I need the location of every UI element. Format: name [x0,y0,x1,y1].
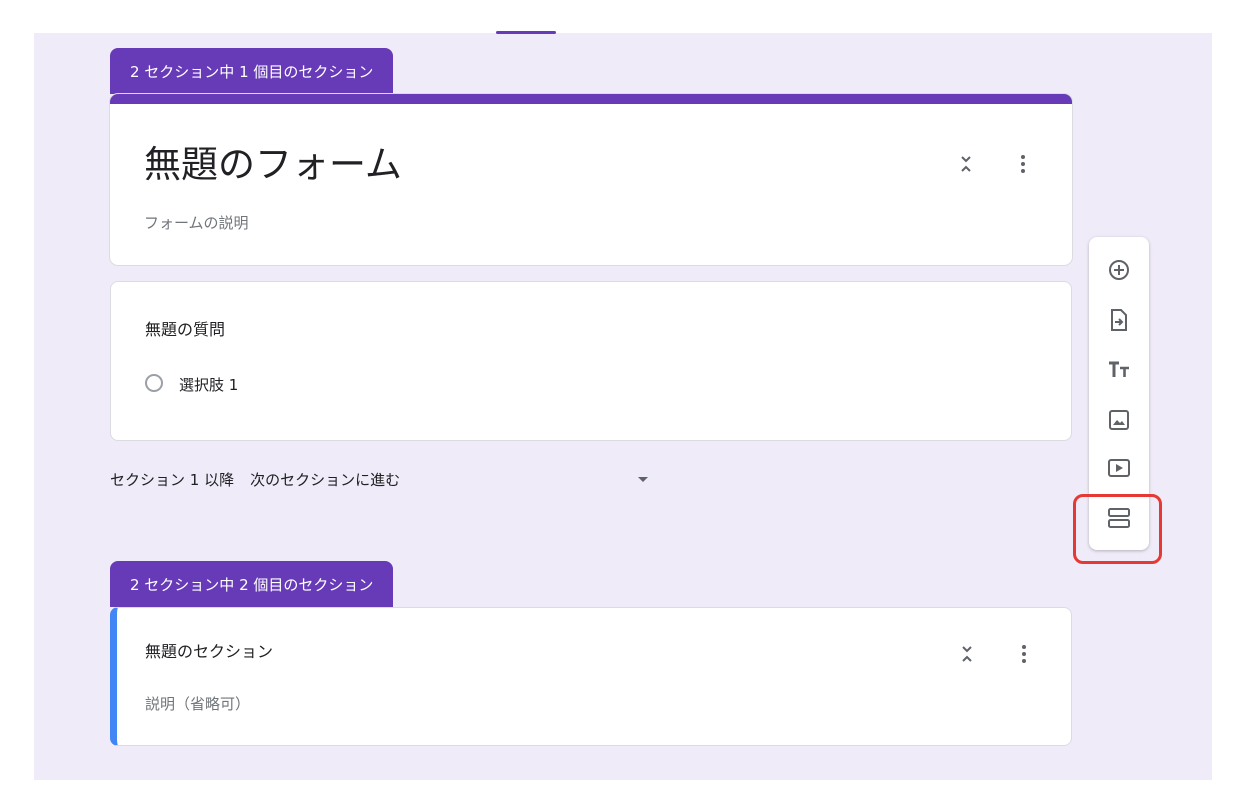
section-2-header-tab: 2 セクション中 2 個目のセクション [110,561,394,607]
dropdown-arrow-icon[interactable] [638,477,648,482]
question-title[interactable]: 無題の質問 [145,316,225,340]
form-title-card[interactable]: 無題のフォーム フォームの説明 [110,94,1072,265]
after-section-label: セクション 1 以降 [110,471,235,489]
collapse-section-icon[interactable] [954,152,978,176]
add-image-icon[interactable] [1106,407,1132,433]
after-section-select[interactable]: 次のセクションに進む [250,469,400,490]
section-2-card[interactable]: 無題のセクション 説明（省略可） [110,607,1072,746]
question-card[interactable]: 無題の質問 選択肢 1 [110,281,1072,441]
radio-button [145,374,163,392]
form-title[interactable]: 無題のフォーム [144,134,402,188]
add-video-icon[interactable] [1106,455,1132,481]
section-1-header-label: 2 セクション中 1 個目のセクション [130,62,374,81]
collapse-section-icon[interactable] [955,642,979,666]
section-2-description[interactable]: 説明（省略可） [145,693,250,714]
add-question-icon[interactable] [1106,257,1132,283]
section-2-header-label: 2 セクション中 2 個目のセクション [130,575,374,594]
section-1-header-tab: 2 セクション中 1 個目のセクション [110,48,394,94]
more-options-icon[interactable] [1011,152,1035,176]
after-section-row: セクション 1 以降 次のセクションに進む [110,469,400,490]
active-tab-indicator [496,31,556,34]
add-title-icon[interactable] [1106,357,1132,383]
section-2-title[interactable]: 無題のセクション [145,638,273,662]
option-label[interactable]: 選択肢 1 [179,374,238,395]
import-questions-icon[interactable] [1106,307,1132,333]
form-description[interactable]: フォームの説明 [144,212,249,233]
add-section-highlight [1073,494,1162,564]
more-options-icon[interactable] [1012,642,1036,666]
